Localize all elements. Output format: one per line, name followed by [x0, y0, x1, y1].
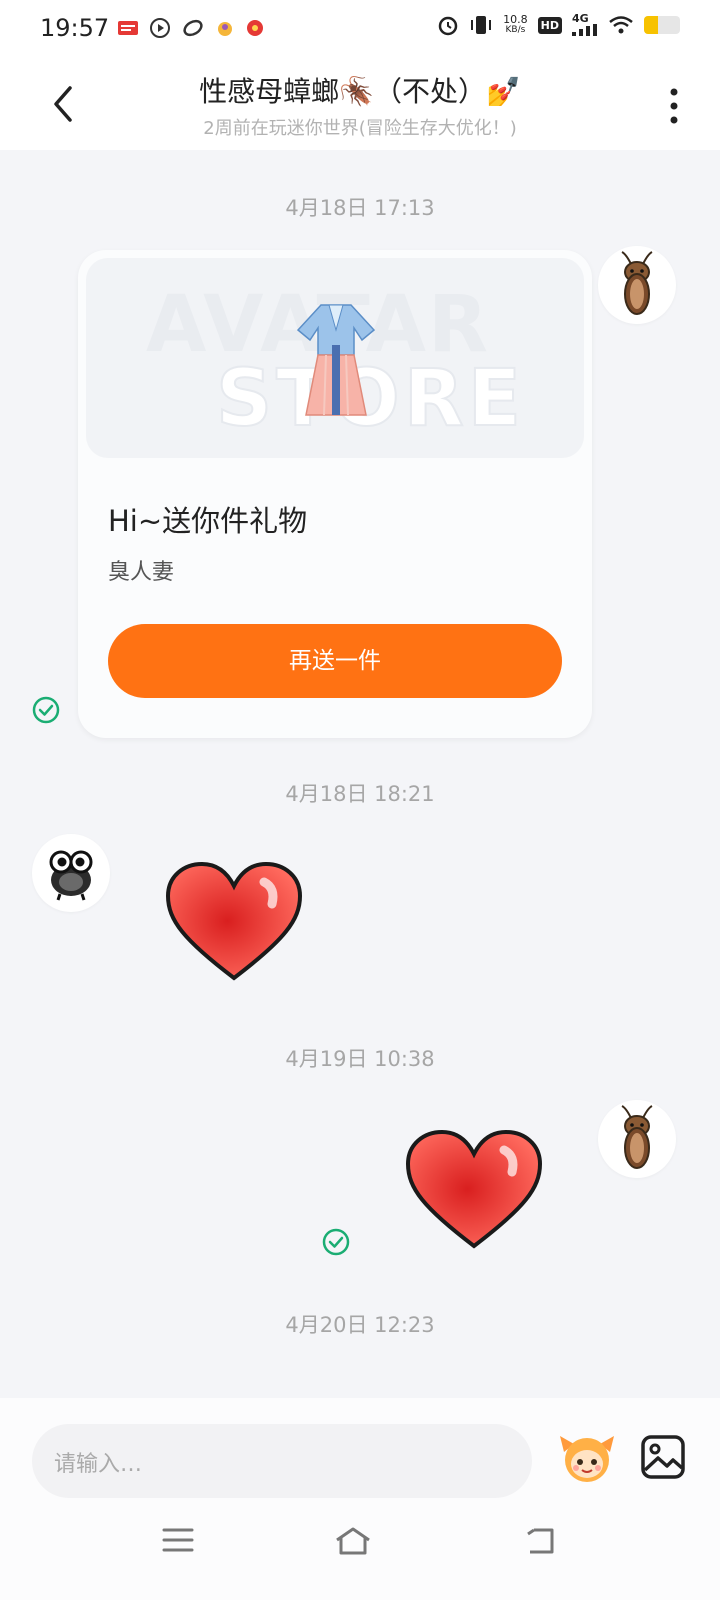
sent-check-icon	[32, 696, 60, 724]
status-time: 19:57	[40, 14, 110, 42]
home-nav-icon[interactable]	[334, 1526, 372, 1556]
video-app-icon	[150, 18, 170, 38]
gift-title: Hi~送你件礼物	[108, 504, 308, 538]
cockroach-avatar-icon	[621, 1105, 653, 1169]
status-bar: 19:57 10.8 KB/s HD 4G	[0, 0, 720, 58]
hd-badge: HD	[537, 16, 562, 34]
shop-app-icon	[247, 20, 263, 36]
vibrate-icon	[471, 16, 492, 34]
message-timestamp: 4月19日 10:38	[285, 1047, 435, 1071]
news-app-icon	[118, 21, 138, 35]
message-timestamp: 4月18日 17:13	[285, 196, 435, 220]
gift-card[interactable]: AVATAR STORE Hi~送你件礼物 臭人妻 再送一件	[78, 250, 592, 738]
message-timestamp: 4月20日 12:23	[285, 1313, 435, 1337]
more-options-icon[interactable]	[668, 86, 680, 126]
my-avatar[interactable]	[598, 1100, 676, 1178]
contact-status: 2周前在玩迷你世界(冒险生存大优化！)	[203, 118, 517, 139]
alarm-icon	[438, 16, 458, 36]
heart-sticker-received[interactable]	[164, 860, 304, 986]
contact-name: 性感母蟑螂🪳（不处）💅	[199, 75, 521, 108]
dress-gift-image	[296, 304, 376, 416]
game-app-icon	[218, 22, 232, 36]
image-picker-icon[interactable]	[640, 1434, 686, 1480]
network-speed: 10.8 KB/s	[503, 13, 528, 35]
message-input[interactable]: 请输入…	[32, 1424, 532, 1498]
gift-description: 臭人妻	[108, 560, 175, 585]
chat-header: 性感母蟑螂🪳（不处）💅 2周前在玩迷你世界(冒险生存大优化！)	[0, 58, 720, 150]
notification-icons	[118, 18, 264, 38]
signal-icon	[572, 24, 597, 36]
signal: 4G	[572, 13, 598, 36]
status-right: 10.8 KB/s HD 4G	[437, 13, 680, 36]
contact-avatar[interactable]	[32, 834, 110, 912]
send-again-button[interactable]: 再送一件	[108, 624, 562, 698]
emoji-sticker-icon[interactable]	[556, 1426, 618, 1488]
message-input-bar: 请输入…	[0, 1398, 720, 1600]
sent-check-icon	[322, 1228, 350, 1256]
link-app-icon	[183, 19, 203, 37]
heart-sticker-sent[interactable]	[404, 1128, 544, 1254]
back-nav-icon[interactable]	[524, 1526, 556, 1556]
menu-nav-icon[interactable]	[162, 1526, 194, 1554]
input-placeholder: 请输入…	[54, 1452, 143, 1477]
avatar-store-banner: AVATAR STORE	[86, 258, 584, 458]
fly-avatar-icon	[49, 850, 93, 901]
battery-icon	[644, 16, 680, 34]
cockroach-avatar-icon	[621, 251, 653, 315]
my-avatar[interactable]	[598, 246, 676, 324]
battery-level	[644, 16, 658, 34]
message-timestamp: 4月18日 18:21	[285, 782, 435, 806]
wifi-icon	[609, 16, 633, 34]
